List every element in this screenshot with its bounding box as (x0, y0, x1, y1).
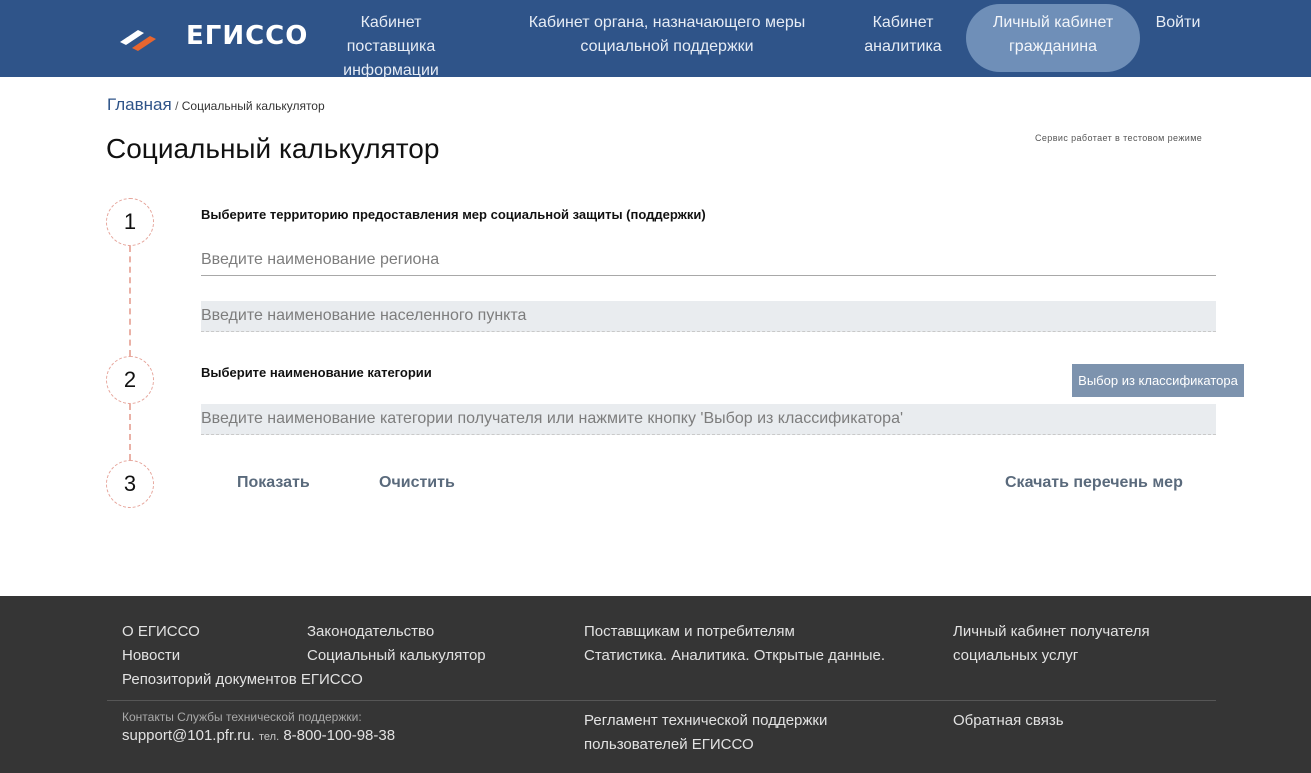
top-header: ЕГИССО Кабинет поставщика информации Каб… (0, 0, 1311, 79)
breadcrumb-separator: / (175, 99, 179, 113)
nav-analyst-cabinet[interactable]: Кабинет аналитика (862, 11, 944, 59)
show-button[interactable]: Показать (237, 474, 310, 492)
footer-link-about[interactable]: О ЕГИССО (122, 620, 200, 644)
nav-provider-cabinet-line1: Кабинет поставщика (346, 14, 436, 55)
site-footer: О ЕГИССО Новости Репозиторий документов … (0, 596, 1311, 773)
test-mode-notice: Сервис работает в тестовом режиме (1035, 133, 1203, 143)
classifier-select-button[interactable]: Выбор из классификатора (1072, 364, 1244, 397)
region-input[interactable] (201, 245, 1216, 276)
category-input[interactable] (201, 404, 1216, 435)
nav-analyst-cabinet-line1: Кабинет (872, 14, 934, 31)
footer-link-reglament-line2: пользователей ЕГИССО (584, 736, 754, 753)
breadcrumb-current: Социальный калькулятор (181, 99, 325, 113)
nav-authority-cabinet-line2: социальной поддержки (580, 38, 754, 55)
footer-link-reglament-line1: Регламент технической поддержки (584, 712, 828, 729)
support-email[interactable]: support@101.pfr.ru. (122, 727, 255, 744)
phone-label: тел. (258, 731, 280, 743)
logo-icon (120, 30, 156, 51)
step-1-indicator: 1 (106, 198, 154, 246)
footer-link-feedback[interactable]: Обратная связь (953, 709, 1064, 733)
support-phone: 8-800-100-98-38 (283, 727, 396, 744)
login-link[interactable]: Войти (1153, 11, 1203, 35)
logo-text: ЕГИССО (186, 21, 309, 51)
nav-citizen-cabinet-line1: Личный кабинет (992, 14, 1114, 31)
page-title: Социальный калькулятор (106, 133, 440, 164)
nav-provider-cabinet-line2: информации (343, 62, 439, 79)
nav-analyst-cabinet-line2: аналитика (864, 38, 942, 55)
support-contacts: support@101.pfr.ru. тел. 8-800-100-98-38 (122, 727, 395, 744)
nav-authority-cabinet-line1: Кабинет органа, назначающего меры (528, 14, 806, 31)
footer-link-reglament[interactable]: Регламент технической поддержки пользова… (584, 709, 827, 757)
footer-link-stats[interactable]: Статистика. Аналитика. Открытые данные. (584, 644, 885, 668)
step-1-label: Выберите территорию предоставления мер с… (201, 207, 706, 222)
step-2-label: Выберите наименование категории (201, 365, 432, 380)
settlement-input[interactable] (201, 301, 1216, 332)
nav-citizen-cabinet-line2: гражданина (1008, 38, 1098, 55)
nav-provider-cabinet[interactable]: Кабинет поставщика информации (317, 11, 465, 83)
footer-link-recipient-cabinet-line1: Личный кабинет получателя (953, 623, 1150, 640)
breadcrumb-home[interactable]: Главная (107, 95, 172, 114)
breadcrumb: Главная / Социальный калькулятор (107, 95, 325, 115)
footer-link-repository[interactable]: Репозиторий документов ЕГИССО (122, 668, 363, 692)
site-logo[interactable]: ЕГИССО (116, 20, 307, 56)
footer-link-recipient-cabinet-line2: социальных услуг (953, 647, 1079, 664)
footer-divider (107, 700, 1216, 701)
step-2-indicator: 2 (106, 356, 154, 404)
footer-link-recipient-cabinet[interactable]: Личный кабинет получателя социальных усл… (953, 620, 1150, 668)
download-measures-button[interactable]: Скачать перечень мер (1005, 474, 1183, 492)
step-connector-1-2 (129, 246, 131, 356)
support-contacts-label: Контакты Службы технической поддержки: (122, 710, 362, 724)
footer-link-news[interactable]: Новости (122, 644, 180, 668)
clear-button[interactable]: Очистить (379, 474, 455, 492)
step-connector-2-3 (129, 404, 131, 460)
nav-citizen-cabinet[interactable]: Личный кабинет гражданина (966, 4, 1140, 72)
footer-link-providers[interactable]: Поставщикам и потребителям (584, 620, 795, 644)
footer-link-legislation[interactable]: Законодательство (307, 620, 434, 644)
nav-authority-cabinet[interactable]: Кабинет органа, назначающего меры социал… (528, 11, 806, 59)
footer-link-calculator[interactable]: Социальный калькулятор (307, 644, 486, 668)
step-3-indicator: 3 (106, 460, 154, 508)
